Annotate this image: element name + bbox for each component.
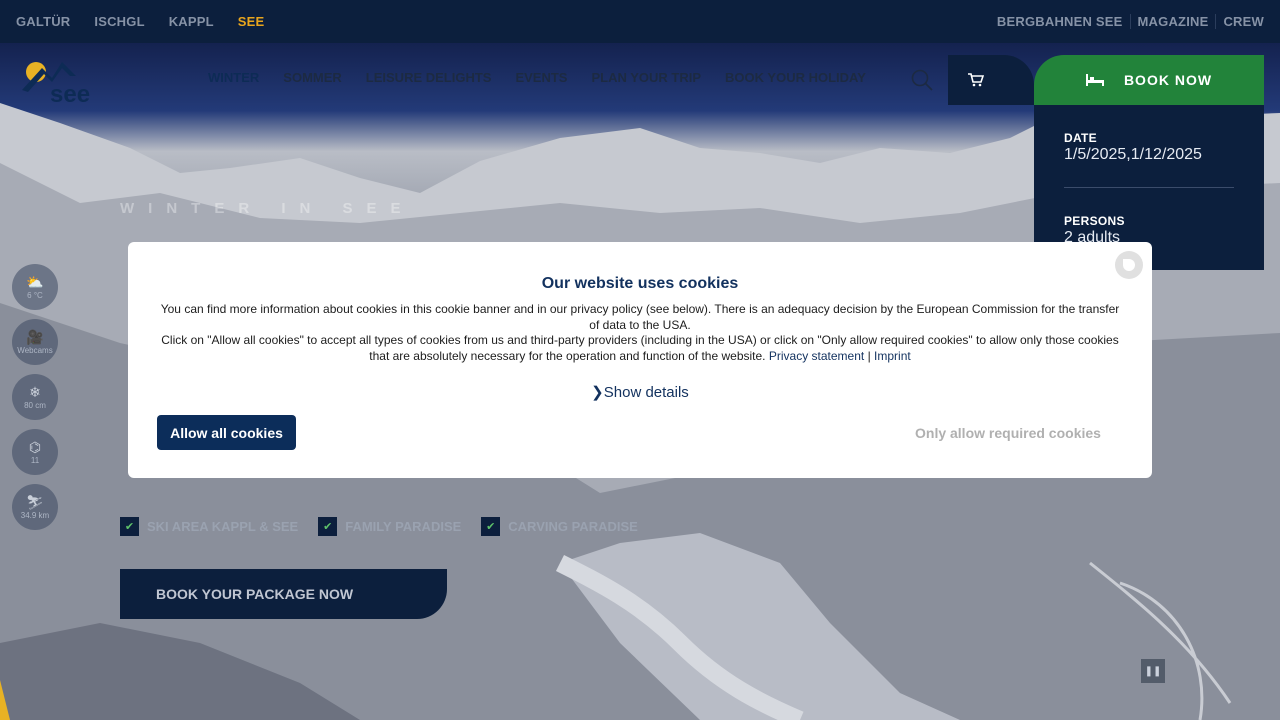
booking-divider [1064, 187, 1234, 188]
imprint-link[interactable]: Imprint [874, 349, 911, 363]
feature-list: ✔ SKI AREA KAPPL & SEE ✔ FAMILY PARADISE… [120, 517, 658, 536]
search-icon [911, 69, 933, 91]
info-side-icons: ⛅ 6 °C 🎥 Webcams ❄ 80 cm ⌬ 11 ⛷ 34.9 km [12, 264, 58, 539]
feature-text: FAMILY PARADISE [345, 519, 462, 534]
close-icon [1123, 259, 1135, 271]
logo-text: see [50, 81, 90, 104]
pause-video-button[interactable]: ❚❚ [1141, 659, 1165, 683]
lifts-widget[interactable]: ⌬ 11 [12, 429, 58, 475]
chevron-right-icon: ❯ [591, 384, 604, 401]
search-button[interactable] [910, 68, 934, 92]
cart-icon [968, 73, 984, 87]
pause-icon: ❚❚ [1144, 665, 1162, 677]
destination-link-ischgl[interactable]: ISCHGL [94, 14, 144, 29]
gondola-icon: ⌬ [28, 438, 42, 455]
destination-link-see[interactable]: SEE [238, 14, 265, 29]
snow-depth-widget[interactable]: ❄ 80 cm [12, 374, 58, 420]
weather-widget[interactable]: ⛅ 6 °C [12, 264, 58, 310]
logo-mark-icon: see [22, 62, 90, 108]
feature-text: CARVING PARADISE [508, 519, 638, 534]
top-destination-bar: GALTÜR ISCHGL KAPPL SEE BERGBAHNEN SEE M… [0, 0, 1280, 43]
destination-link-kappl[interactable]: KAPPL [169, 14, 214, 29]
persons-label: PERSONS [1064, 214, 1125, 228]
show-details-toggle[interactable]: ❯Show details [128, 383, 1152, 401]
main-navigation: WINTER SOMMER LEISURE DELIGHTS EVENTS PL… [208, 70, 890, 85]
cookie-body: You can find more information about cook… [158, 302, 1122, 364]
nav-item-book-your-holiday[interactable]: BOOK YOUR HOLIDAY [725, 70, 866, 85]
link-separator: | [867, 348, 871, 363]
allow-all-cookies-button[interactable]: Allow all cookies [157, 415, 296, 450]
book-now-button[interactable]: BOOK NOW [1034, 55, 1264, 105]
lifts-value: 11 [30, 455, 40, 465]
book-now-label: BOOK NOW [1123, 72, 1213, 88]
webcam-widget[interactable]: 🎥 Webcams [12, 319, 58, 365]
nav-item-winter[interactable]: WINTER [208, 70, 259, 85]
privacy-statement-link[interactable]: Privacy statement [769, 349, 864, 363]
webcam-icon: 🎥 [26, 328, 44, 345]
feature-item: ✔ CARVING PARADISE [481, 517, 638, 536]
nav-item-plan-your-trip[interactable]: PLAN YOUR TRIP [591, 70, 701, 85]
snow-depth-value: 80 cm [24, 400, 46, 410]
link-magazine[interactable]: MAGAZINE [1129, 14, 1216, 29]
cart-button[interactable] [948, 55, 1034, 105]
destination-link-galtur[interactable]: GALTÜR [16, 14, 70, 29]
check-icon: ✔ [120, 517, 139, 536]
cookie-title: Our website uses cookies [541, 275, 739, 292]
cookie-body-text-1: You can find more information about cook… [160, 302, 1120, 332]
skier-icon: ⛷ [26, 493, 44, 510]
weather-value: 6 °C [27, 290, 43, 300]
decorative-corner [0, 680, 10, 720]
destination-links: GALTÜR ISCHGL KAPPL SEE [0, 14, 272, 29]
show-details-label: Show details [603, 384, 689, 401]
book-package-label: BOOK YOUR PACKAGE NOW [156, 586, 354, 602]
cookie-banner: Our website uses cookies You can find mo… [128, 242, 1152, 478]
hero-tagline: WINTER IN SEE [120, 200, 415, 217]
meta-links: BERGBAHNEN SEE MAGAZINE CREW [990, 14, 1271, 29]
feature-item: ✔ FAMILY PARADISE [318, 517, 461, 536]
slopes-widget[interactable]: ⛷ 34.9 km [12, 484, 58, 530]
link-bergbahnen-see[interactable]: BERGBAHNEN SEE [990, 14, 1130, 29]
nav-item-events[interactable]: EVENTS [515, 70, 567, 85]
only-required-cookies-button[interactable]: Only allow required cookies [915, 425, 1101, 441]
see-logo[interactable]: see [22, 60, 98, 108]
webcam-label: Webcams [17, 345, 53, 355]
book-package-button[interactable]: BOOK YOUR PACKAGE NOW [120, 569, 447, 619]
link-crew[interactable]: CREW [1215, 14, 1271, 29]
nav-item-sommer[interactable]: SOMMER [283, 70, 342, 85]
check-icon: ✔ [318, 517, 338, 536]
feature-text: SKI AREA KAPPL & SEE [147, 519, 299, 534]
check-icon: ✔ [481, 517, 501, 536]
nav-item-leisure-delights[interactable]: LEISURE DELIGHTS [366, 70, 492, 85]
date-field[interactable]: 1/5/2025,1/12/2025 [1064, 146, 1202, 164]
weather-icon: ⛅ [26, 273, 44, 290]
cookie-body-text-2: Click on "Allow all cookies" to accept a… [161, 333, 1119, 363]
bed-icon [1085, 74, 1104, 86]
feature-item: ✔ SKI AREA KAPPL & SEE [120, 517, 298, 536]
date-label: DATE [1064, 131, 1097, 145]
snowflake-icon: ❄ [29, 383, 41, 400]
slopes-value: 34.9 km [20, 510, 50, 520]
